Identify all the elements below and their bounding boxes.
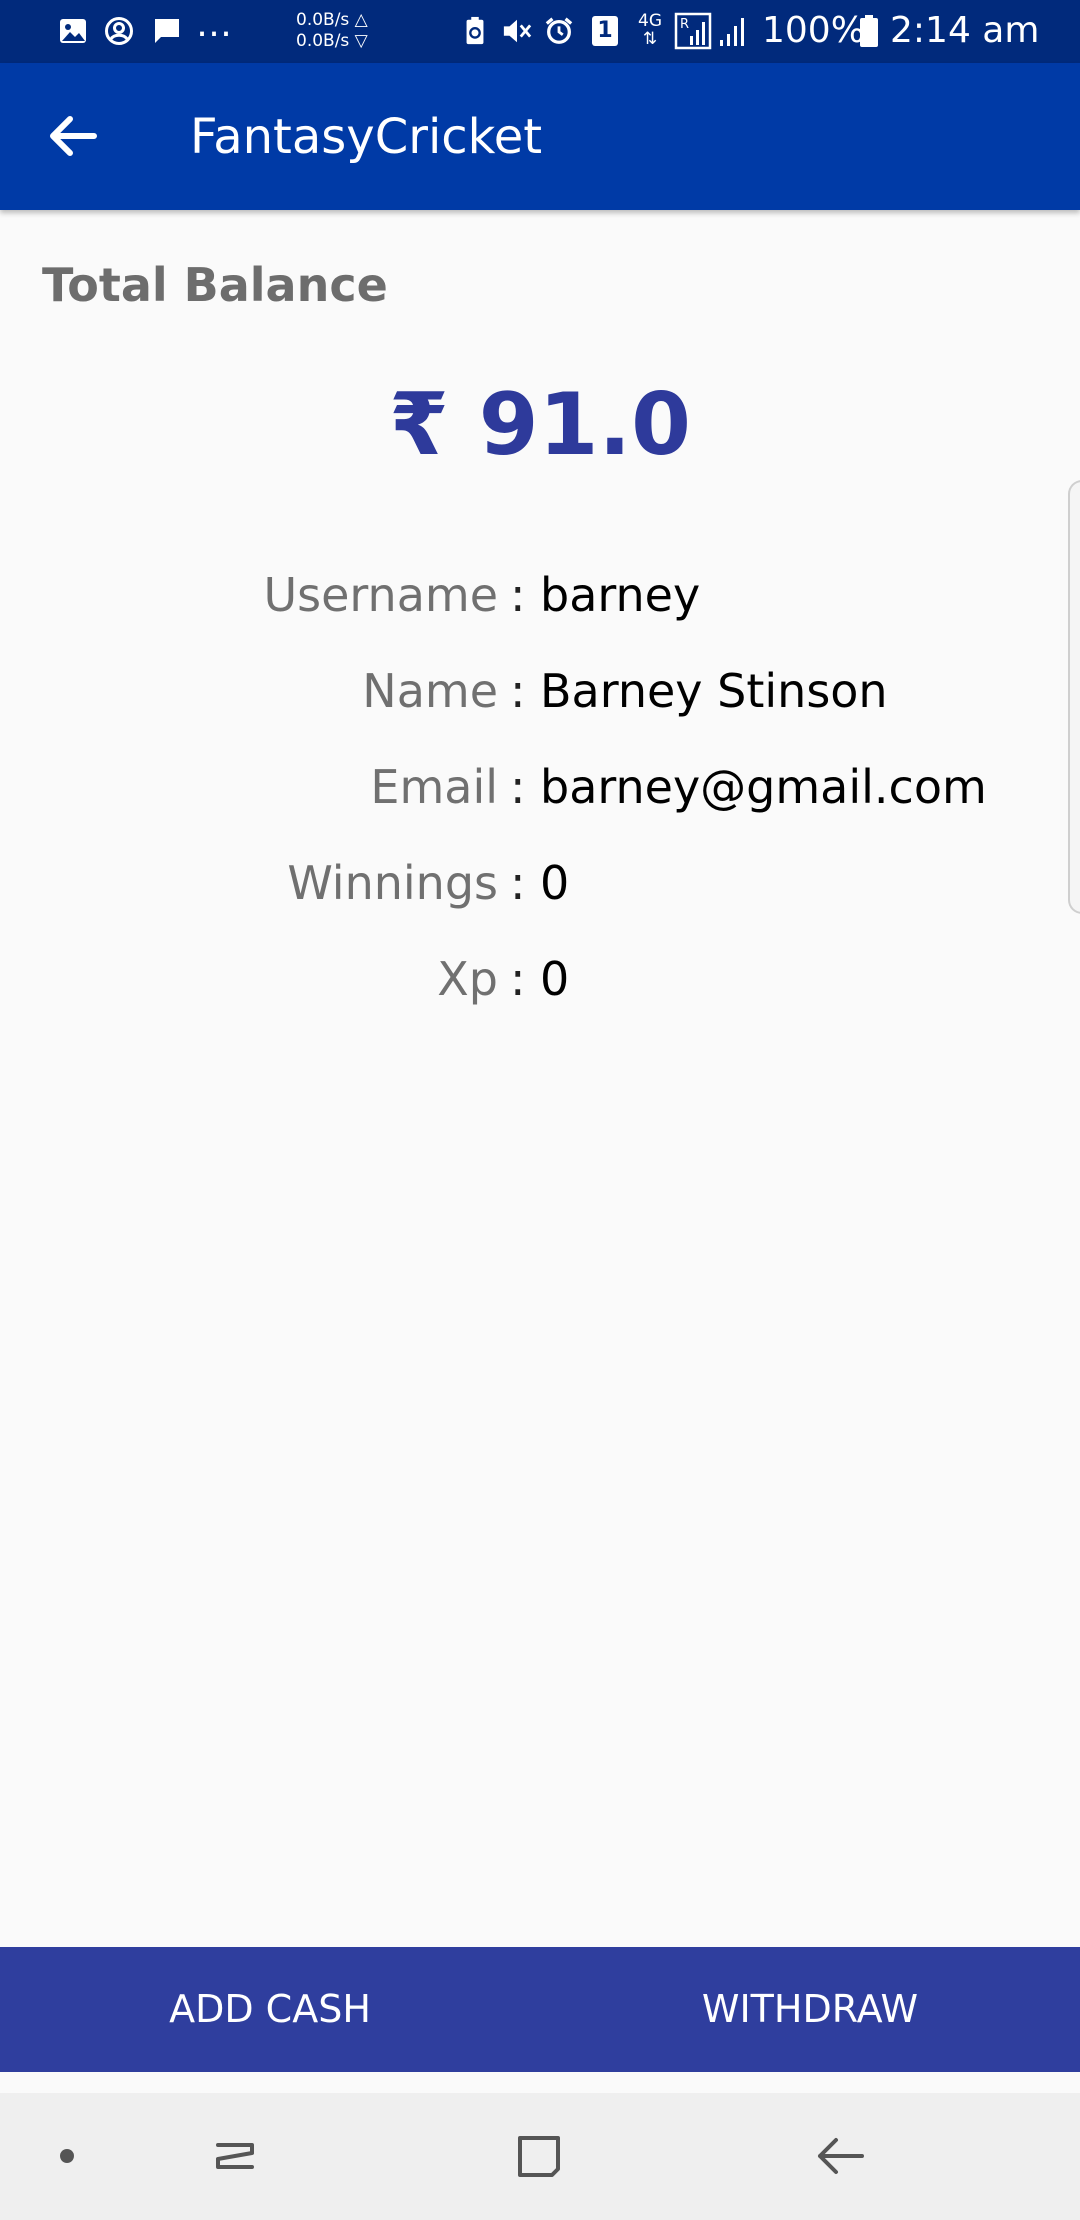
separator: : — [510, 760, 526, 814]
home-icon[interactable] — [494, 2093, 584, 2220]
withdraw-button[interactable]: WITHDRAW — [540, 1947, 1080, 2072]
back-arrow-icon[interactable] — [38, 101, 108, 171]
username-row: Username : barney — [0, 568, 1080, 638]
action-bar: ADD CASH WITHDRAW — [0, 1947, 1080, 2072]
username-label: Username — [263, 568, 499, 622]
add-cash-button[interactable]: ADD CASH — [0, 1947, 540, 2072]
app-title: FantasyCricket — [190, 109, 543, 165]
dot-icon[interactable] — [22, 2093, 112, 2220]
xp-value: 0 — [540, 952, 570, 1006]
back-icon[interactable] — [796, 2093, 886, 2220]
recents-icon[interactable] — [190, 2093, 280, 2220]
separator: : — [510, 664, 526, 718]
edge-panel-handle[interactable] — [1068, 480, 1080, 914]
name-row: Name : Barney Stinson — [0, 664, 1080, 734]
sim-slot-label: 1 — [597, 18, 613, 43]
separator: : — [510, 856, 526, 910]
signal-icon — [720, 18, 744, 46]
clock: 2:14 am — [890, 10, 1040, 51]
xp-row: Xp : 0 — [0, 952, 1080, 1022]
account-circle-icon — [105, 17, 133, 45]
app-bar: FantasyCricket — [0, 63, 1080, 210]
battery-percent: 100% — [762, 10, 865, 51]
separator: : — [510, 952, 526, 1006]
alarm-icon — [545, 17, 573, 44]
email-label: Email — [370, 760, 498, 814]
battery-icon — [860, 15, 878, 47]
mute-icon — [503, 19, 532, 43]
username-value: barney — [540, 568, 701, 622]
roaming-signal-icon: R — [674, 12, 712, 50]
upload-speed: 0.0B/s △ — [296, 10, 368, 30]
xp-label: Xp — [437, 952, 498, 1006]
gallery-icon — [60, 19, 86, 43]
separator: : — [510, 568, 526, 622]
name-label: Name — [362, 664, 498, 718]
svg-text:R: R — [680, 17, 689, 32]
winnings-label: Winnings — [287, 856, 498, 910]
network-type: 4G ⇅ — [638, 11, 662, 49]
name-value: Barney Stinson — [540, 664, 888, 718]
status-bar: … 0.0B/s △ 0.0B/s ▽ 1 4G ⇅ R 100% 2:14 a… — [0, 0, 1080, 63]
network-speed: 0.0B/s △ 0.0B/s ▽ — [296, 10, 368, 52]
total-balance-label: Total Balance — [42, 258, 388, 312]
sim-icon: 1 — [592, 16, 618, 46]
message-icon — [155, 19, 179, 43]
winnings-value: 0 — [540, 856, 570, 910]
winnings-row: Winnings : 0 — [0, 856, 1080, 926]
email-value: barney@gmail.com — [540, 760, 987, 814]
notification-overflow: … — [196, 4, 232, 45]
download-speed: 0.0B/s ▽ — [296, 31, 368, 51]
email-row: Email : barney@gmail.com — [0, 760, 1080, 830]
navigation-bar — [0, 2093, 1080, 2220]
battery-saver-icon — [466, 16, 484, 45]
balance-amount: ₹ 91.0 — [389, 375, 691, 475]
